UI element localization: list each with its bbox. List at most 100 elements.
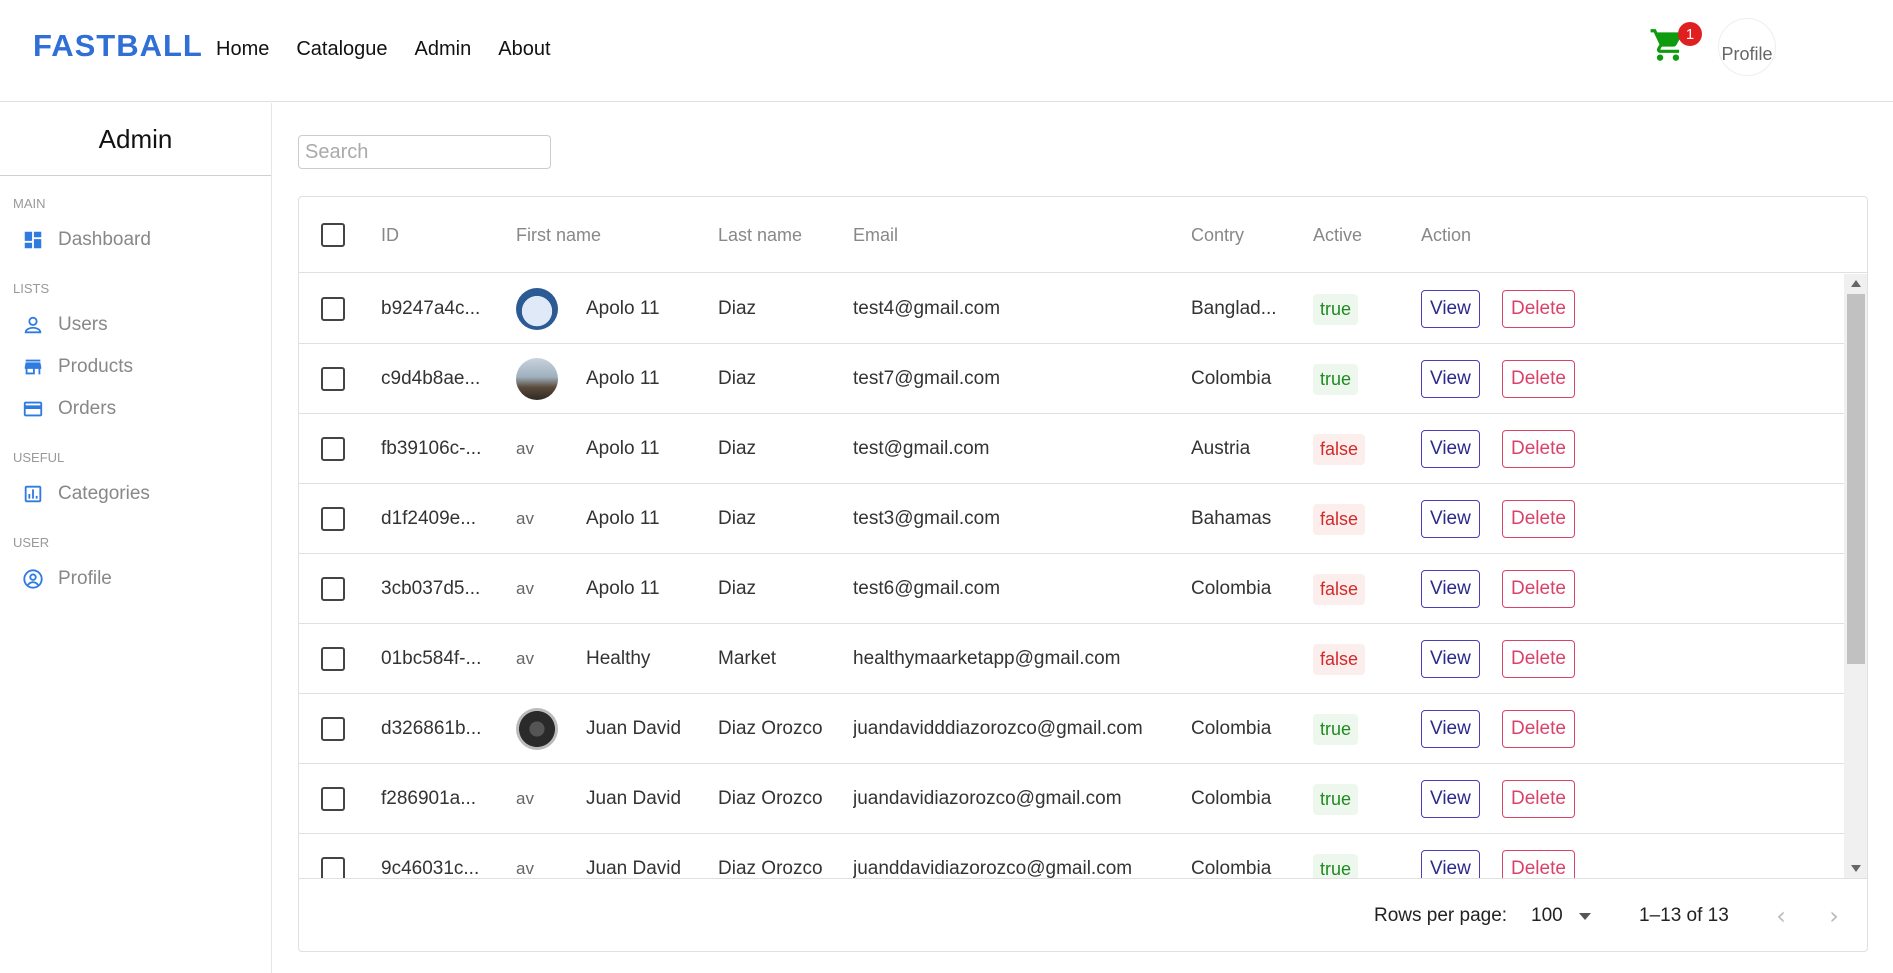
cell-last-name: Diaz (718, 508, 757, 529)
cell-first-name: av Apolo 11 (516, 484, 711, 554)
row-checkbox[interactable] (321, 647, 345, 671)
prev-page-chevron-icon[interactable]: ‹ (1768, 902, 1794, 930)
table-row[interactable]: fb39106c-... av Apolo 11 Diaz test@gmail… (299, 414, 1844, 484)
row-checkbox[interactable] (321, 507, 345, 531)
cart-count-badge: 1 (1678, 22, 1702, 46)
cell-country: Austria (1191, 438, 1251, 459)
user-avatar (516, 288, 558, 330)
brand-logo[interactable]: FASTBALL (33, 28, 203, 64)
view-button[interactable]: View (1421, 780, 1480, 818)
select-all-checkbox[interactable] (321, 223, 345, 247)
cell-active: true (1313, 834, 1359, 878)
nav-about[interactable]: About (498, 38, 550, 61)
cell-last-name: Diaz (718, 438, 757, 459)
user-avatar: av (516, 778, 558, 820)
row-checkbox[interactable] (321, 297, 345, 321)
column-header-id[interactable]: ID (381, 197, 399, 273)
cart-button[interactable]: 1 (1648, 22, 1702, 62)
rows-per-page-select[interactable]: 100 (1531, 879, 1591, 951)
cell-id: 9c46031c... (381, 858, 480, 878)
column-header-country[interactable]: Contry (1191, 197, 1244, 273)
nav-home[interactable]: Home (216, 38, 269, 61)
table-body: b9247a4c... Apolo 11 Diaz test4@gmail.co… (299, 274, 1844, 878)
sidebar-item-label: Profile (58, 568, 112, 589)
status-badge: true (1313, 713, 1359, 745)
cell-email: test7@gmail.com (853, 368, 1001, 389)
table-row[interactable]: 9c46031c... av Juan David Diaz Orozco ju… (299, 834, 1844, 878)
user-avatar: av (516, 848, 558, 878)
table-row[interactable]: b9247a4c... Apolo 11 Diaz test4@gmail.co… (299, 274, 1844, 344)
cell-id: c9d4b8ae... (381, 368, 481, 389)
view-button[interactable]: View (1421, 430, 1480, 468)
column-header-first-name[interactable]: First name (516, 197, 601, 273)
cell-email: test4@gmail.com (853, 298, 1001, 319)
cell-country: Colombia (1191, 858, 1272, 878)
row-checkbox[interactable] (321, 437, 345, 461)
table-row[interactable]: 01bc584f-... av Healthy Market healthyma… (299, 624, 1844, 694)
sidebar-item-profile[interactable]: Profile (0, 558, 271, 600)
user-avatar (516, 358, 558, 400)
row-select-cell (321, 694, 345, 764)
first-name-text: Juan David (586, 788, 682, 809)
next-page-chevron-icon[interactable]: › (1821, 902, 1847, 930)
view-button[interactable]: View (1421, 850, 1480, 878)
delete-button[interactable]: Delete (1502, 570, 1575, 608)
cell-id: d326861b... (381, 718, 482, 739)
cell-email: juandavidiazorozco@gmail.com (853, 788, 1122, 809)
table-row[interactable]: d326861b... Juan David Diaz Orozco juand… (299, 694, 1844, 764)
cell-email: juandavidddiazorozco@gmail.com (853, 718, 1143, 739)
dashboard-icon (22, 229, 44, 251)
row-checkbox[interactable] (321, 577, 345, 601)
view-button[interactable]: View (1421, 570, 1480, 608)
chart-icon (22, 483, 44, 505)
delete-button[interactable]: Delete (1502, 290, 1575, 328)
sidebar-item-products[interactable]: Products (0, 346, 271, 388)
status-badge: true (1313, 783, 1359, 815)
cell-id: d1f2409e... (381, 508, 477, 529)
sidebar-item-label: Orders (58, 398, 117, 419)
view-button[interactable]: View (1421, 290, 1480, 328)
delete-button[interactable]: Delete (1502, 430, 1575, 468)
table-row[interactable]: f286901a... av Juan David Diaz Orozco ju… (299, 764, 1844, 834)
delete-button[interactable]: Delete (1502, 710, 1575, 748)
nav-catalogue[interactable]: Catalogue (296, 38, 387, 61)
view-button[interactable]: View (1421, 710, 1480, 748)
delete-button[interactable]: Delete (1502, 640, 1575, 678)
sidebar-item-orders[interactable]: Orders (0, 388, 271, 430)
view-button[interactable]: View (1421, 640, 1480, 678)
scroll-thumb[interactable] (1847, 294, 1865, 664)
sidebar-item-users[interactable]: Users (0, 304, 271, 346)
column-header-last-name[interactable]: Last name (718, 197, 802, 273)
delete-button[interactable]: Delete (1502, 360, 1575, 398)
table-row[interactable]: c9d4b8ae... Apolo 11 Diaz test7@gmail.co… (299, 344, 1844, 414)
scroll-up-arrow-icon[interactable] (1851, 280, 1861, 287)
cell-id: 01bc584f-... (381, 648, 482, 669)
status-badge: false (1313, 643, 1366, 675)
table-scrollbar[interactable] (1844, 274, 1867, 878)
profile-avatar[interactable]: Profile (1718, 18, 1776, 76)
nav-admin[interactable]: Admin (415, 38, 472, 61)
view-button[interactable]: View (1421, 500, 1480, 538)
view-button[interactable]: View (1421, 360, 1480, 398)
sidebar-item-dashboard[interactable]: Dashboard (0, 219, 271, 261)
row-checkbox[interactable] (321, 857, 345, 878)
broken-avatar-alt: av (516, 859, 534, 878)
sidebar-item-categories[interactable]: Categories (0, 473, 271, 515)
column-header-active[interactable]: Active (1313, 197, 1362, 273)
delete-button[interactable]: Delete (1502, 500, 1575, 538)
table-row[interactable]: d1f2409e... av Apolo 11 Diaz test3@gmail… (299, 484, 1844, 554)
delete-button[interactable]: Delete (1502, 850, 1575, 878)
cell-first-name: Juan David (516, 694, 711, 764)
credit-card-icon (22, 398, 44, 420)
column-header-email[interactable]: Email (853, 197, 898, 273)
row-checkbox[interactable] (321, 717, 345, 741)
search-input[interactable] (298, 135, 551, 169)
row-checkbox[interactable] (321, 787, 345, 811)
cell-active: false (1313, 414, 1366, 484)
cell-id: b9247a4c... (381, 298, 481, 319)
column-header-action[interactable]: Action (1421, 197, 1471, 273)
delete-button[interactable]: Delete (1502, 780, 1575, 818)
table-row[interactable]: 3cb037d5... av Apolo 11 Diaz test6@gmail… (299, 554, 1844, 624)
scroll-down-arrow-icon[interactable] (1851, 865, 1861, 872)
row-checkbox[interactable] (321, 367, 345, 391)
